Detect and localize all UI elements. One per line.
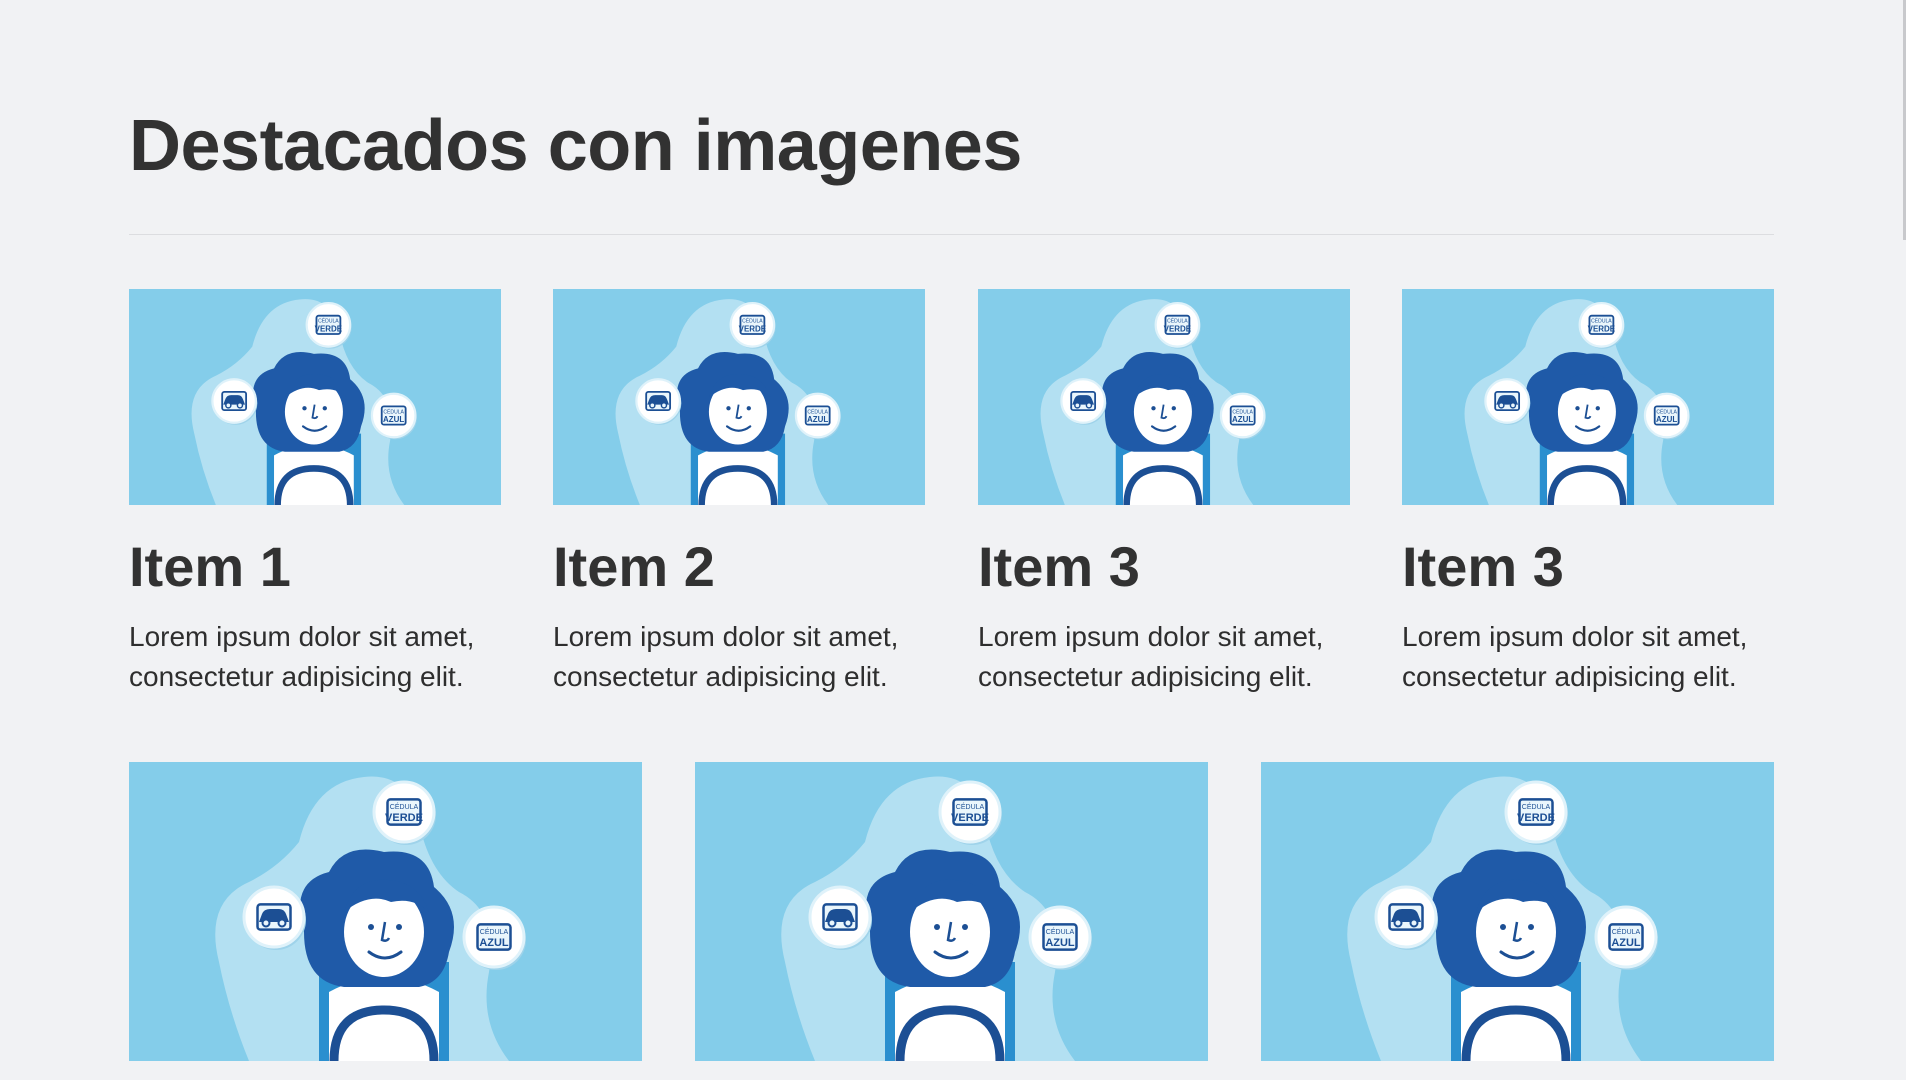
badge-small-label: CÉDULA <box>807 408 828 415</box>
card-text: Lorem ipsum dolor sit amet, consectetur … <box>129 621 475 692</box>
document-badge-icon: CÉDULAAZUL <box>370 392 417 440</box>
document-badge-icon: CÉDULAVERDE <box>305 302 352 349</box>
car-badge-icon <box>211 378 258 425</box>
badge-big-label: VERDE <box>315 324 342 333</box>
document-badge-icon: CÉDULAVERDE <box>1154 302 1201 349</box>
badge-big-label: AZUL <box>383 415 404 424</box>
car-badge-icon <box>1374 885 1438 950</box>
badge-big-label: AZUL <box>807 415 828 424</box>
badge-small-label: CÉDULA <box>480 927 509 936</box>
driver-illustration: CÉDULAVERDECÉDULAAZUL <box>129 762 642 1061</box>
card-image[interactable]: CÉDULA VERDE CÉDULA AZUL <box>1402 289 1774 505</box>
badge-big-label: AZUL <box>1045 937 1075 949</box>
badge-big-label: VERDE <box>385 812 423 824</box>
card-text: Lorem ipsum dolor sit amet, consectetur … <box>1402 621 1748 692</box>
card-image[interactable]: CÉDULA VERDE CÉDULA AZUL <box>695 762 1208 1061</box>
document-badge-icon: CÉDULAVERDE <box>938 780 1002 845</box>
document-badge-icon: CÉDULAVERDE <box>372 780 436 845</box>
card-image[interactable]: CÉDULA VERDE CÉDULA AZUL <box>1261 762 1774 1061</box>
badge-small-label: CÉDULA <box>318 318 339 325</box>
document-badge-icon: CÉDULAAZUL <box>1028 905 1092 970</box>
car-badge-icon <box>242 885 306 950</box>
badge-big-label: VERDE <box>739 324 766 333</box>
car-badge-icon <box>1060 378 1107 425</box>
driver-illustration: CÉDULAVERDECÉDULAAZUL <box>695 762 1208 1061</box>
document-badge-icon: CÉDULAVERDE <box>1504 780 1568 845</box>
document-badge-icon: CÉDULAVERDE <box>729 302 776 349</box>
badge-small-label: CÉDULA <box>1612 927 1641 936</box>
badge-small-label: CÉDULA <box>1167 318 1188 325</box>
document-badge-icon: CÉDULAAZUL <box>794 392 841 440</box>
badge-big-label: VERDE <box>1164 324 1191 333</box>
card-wide-2[interactable]: CÉDULA VERDE CÉDULA AZUL <box>695 762 1208 1061</box>
badge-small-label: CÉDULA <box>1046 927 1075 936</box>
document-badge-icon: CÉDULAVERDE <box>1578 302 1625 349</box>
card-image[interactable]: CÉDULA VERDE CÉDULA AZUL <box>553 289 925 505</box>
driver-illustration: CÉDULAVERDECÉDULAAZUL <box>553 289 925 505</box>
document-badge-icon: CÉDULAAZUL <box>1643 392 1690 440</box>
card-image[interactable]: CÉDULA VERDE CÉDULA AZUL <box>978 289 1350 505</box>
badge-big-label: AZUL <box>1656 415 1677 424</box>
card-wide-1[interactable]: CÉDULA VERDE CÉDULA AZUL <box>129 762 642 1061</box>
card-title: Item 2 <box>553 535 715 598</box>
card-item-4[interactable]: CÉDULA VERDE CÉDULA AZUL Item 3 Lorem ipsum… <box>1402 289 1774 697</box>
badge-big-label: VERDE <box>1517 812 1555 824</box>
badge-small-label: CÉDULA <box>383 408 404 415</box>
document-badge-icon: CÉDULAAZUL <box>1594 905 1658 970</box>
badge-big-label: VERDE <box>951 812 989 824</box>
badge-big-label: AZUL <box>1611 937 1641 949</box>
card-text: Lorem ipsum dolor sit amet, consectetur … <box>978 621 1324 692</box>
card-wide-3[interactable]: CÉDULA VERDE CÉDULA AZUL <box>1261 762 1774 1061</box>
car-badge-icon <box>1484 378 1531 425</box>
driver-illustration: CÉDULAVERDECÉDULAAZUL <box>1261 762 1774 1061</box>
section-divider <box>129 234 1774 235</box>
card-title: Item 3 <box>1402 535 1564 598</box>
document-badge-icon: CÉDULAAZUL <box>1219 392 1266 440</box>
driver-illustration: CÉDULAVERDECÉDULAAZUL <box>129 289 501 505</box>
driver-illustration: CÉDULAVERDECÉDULAAZUL <box>1402 289 1774 505</box>
card-item-3[interactable]: CÉDULA VERDE CÉDULA AZUL Item 3 Lorem ipsum… <box>978 289 1350 697</box>
badge-small-label: CÉDULA <box>1522 802 1551 811</box>
card-title: Item 3 <box>978 535 1140 598</box>
badge-small-label: CÉDULA <box>742 318 763 325</box>
badge-big-label: AZUL <box>479 937 509 949</box>
card-title: Item 1 <box>129 535 291 598</box>
badge-small-label: CÉDULA <box>1232 408 1253 415</box>
badge-big-label: AZUL <box>1232 415 1253 424</box>
section-title: Destacados con imagenes <box>129 106 1022 186</box>
card-image[interactable]: CÉDULA VERDE CÉDULA AZUL <box>129 762 642 1061</box>
badge-small-label: CÉDULA <box>1656 408 1677 415</box>
badge-small-label: CÉDULA <box>1591 318 1612 325</box>
badge-small-label: CÉDULA <box>956 802 985 811</box>
driver-illustration: CÉDULAVERDECÉDULAAZUL <box>978 289 1350 505</box>
card-text: Lorem ipsum dolor sit amet, consectetur … <box>553 621 899 692</box>
card-image[interactable]: CÉDULA VERDE CÉDULA AZUL <box>129 289 501 505</box>
car-badge-icon <box>808 885 872 950</box>
card-item-1[interactable]: CÉDULA VERDE CÉDULA AZUL Item 1 Lorem ipsum… <box>129 289 501 697</box>
card-item-2[interactable]: CÉDULA VERDE CÉDULA AZUL Item 2 Lorem ipsum… <box>553 289 925 697</box>
badge-big-label: VERDE <box>1588 324 1615 333</box>
document-badge-icon: CÉDULAAZUL <box>462 905 526 970</box>
car-badge-icon <box>635 378 682 425</box>
badge-small-label: CÉDULA <box>390 802 419 811</box>
